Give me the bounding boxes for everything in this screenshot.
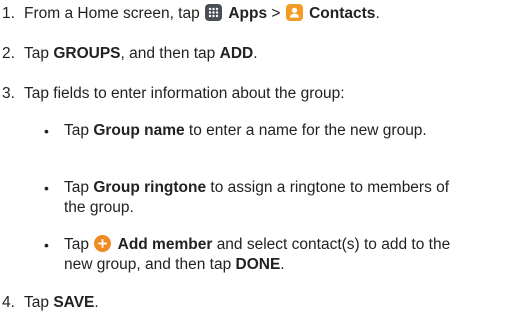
bullet-text-pre: Tap bbox=[64, 179, 89, 196]
done-label: DONE bbox=[235, 256, 281, 273]
contacts-label: Contacts bbox=[309, 5, 376, 22]
group-ringtone-label: Group ringtone bbox=[93, 179, 207, 196]
step-2: 2. Tap GROUPS, and then tap ADD. bbox=[0, 44, 258, 64]
bullet-text-post: to enter a name for the new group. bbox=[188, 122, 427, 139]
step-text: Tap GROUPS, and then tap ADD. bbox=[24, 44, 258, 64]
menu-separator: > bbox=[271, 5, 281, 22]
bullet-dot: • bbox=[44, 123, 49, 139]
step-text: Tap fields to enter information about th… bbox=[24, 85, 345, 102]
step-text-post: . bbox=[253, 45, 258, 62]
step-text: Tap SAVE. bbox=[24, 293, 99, 313]
step-text-post: . bbox=[375, 5, 380, 22]
step-number: 1. bbox=[2, 5, 15, 22]
step-number: 3. bbox=[2, 85, 15, 102]
bullet-dot: • bbox=[44, 237, 49, 253]
step-number: 4. bbox=[2, 294, 15, 311]
bullet-text-pre: Tap bbox=[64, 122, 89, 139]
step-1: 1. From a Home screen, tap Apps > Contac… bbox=[0, 4, 380, 24]
apps-label: Apps bbox=[228, 5, 268, 22]
add-member-label: Add member bbox=[117, 236, 213, 253]
step-text-mid: , and then tap bbox=[120, 45, 216, 62]
groups-label: GROUPS bbox=[53, 45, 121, 62]
bullet-text: Tap Group ringtone to assign a ringtone … bbox=[64, 178, 474, 218]
bullet-group-ringtone: • Tap Group ringtone to assign a rington… bbox=[44, 178, 474, 218]
save-label: SAVE bbox=[53, 294, 95, 311]
step-text: From a Home screen, tap Apps > Contacts. bbox=[24, 4, 380, 24]
bullet-text-end: . bbox=[280, 256, 285, 273]
add-label: ADD bbox=[219, 45, 254, 62]
step-text-pre: Tap bbox=[24, 294, 49, 311]
bullet-text: Tap Add member and select contact(s) to … bbox=[64, 235, 474, 275]
bullet-dot: • bbox=[44, 180, 49, 196]
apps-grid-icon bbox=[205, 4, 223, 21]
group-name-label: Group name bbox=[93, 122, 185, 139]
step-number: 2. bbox=[2, 45, 15, 62]
step-4: 4. Tap SAVE. bbox=[0, 293, 99, 313]
step-text-pre: From a Home screen, tap bbox=[24, 5, 200, 22]
bullet-text: Tap Group name to enter a name for the n… bbox=[64, 121, 474, 141]
bullet-add-member: • Tap Add member and select contact(s) t… bbox=[44, 235, 474, 275]
step-text-post: . bbox=[94, 294, 99, 311]
step-3: 3. Tap fields to enter information about… bbox=[0, 84, 345, 104]
step-text-pre: Tap bbox=[24, 45, 49, 62]
bullet-text-pre: Tap bbox=[64, 236, 89, 253]
contacts-person-icon bbox=[285, 4, 303, 21]
add-circle-icon bbox=[94, 235, 112, 252]
bullet-group-name: • Tap Group name to enter a name for the… bbox=[44, 121, 474, 141]
